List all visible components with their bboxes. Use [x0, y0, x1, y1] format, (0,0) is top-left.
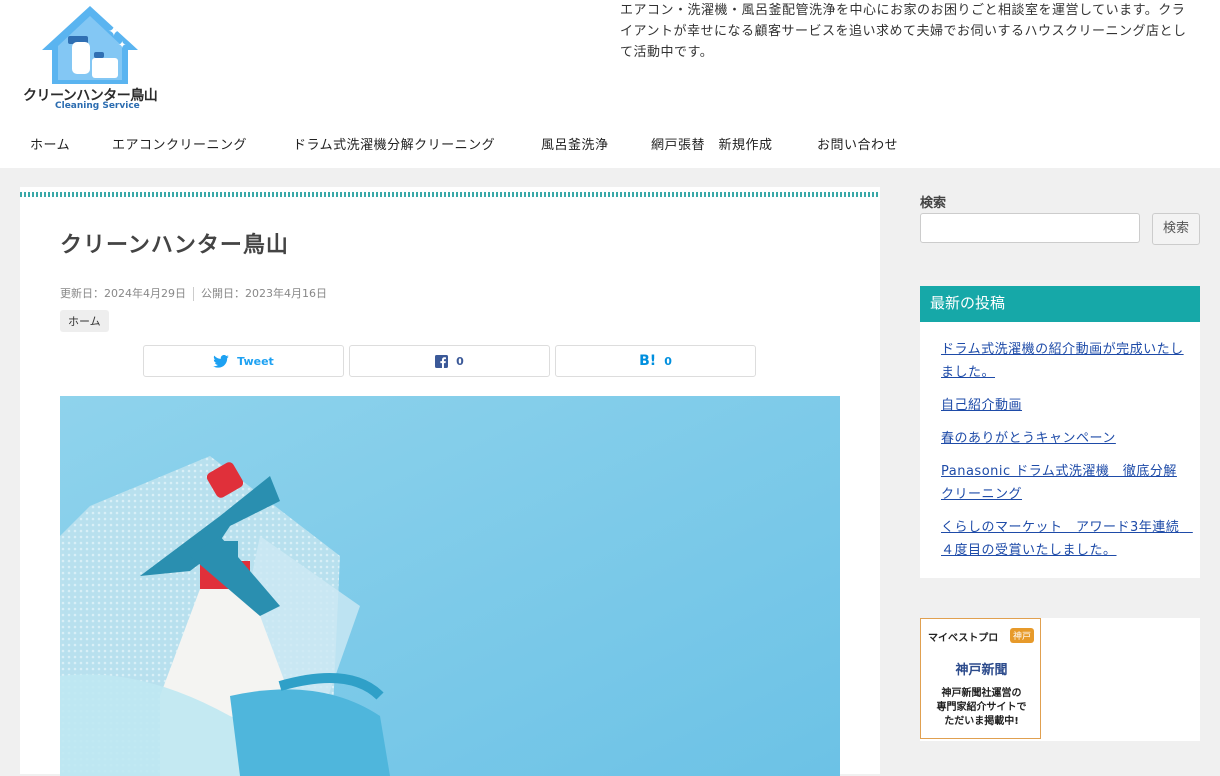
nav-item-drum-washer[interactable]: ドラム式洗濯機分解クリーニング	[293, 134, 495, 153]
banner-description: 神戸新聞社運営の 専門家紹介サイトで ただいま掲載中!	[921, 687, 1042, 729]
banner-line: 専門家紹介サイトで	[936, 702, 1027, 713]
published-date: 公開日：2023年4月16日	[201, 287, 327, 300]
nav-item-contact[interactable]: お問い合わせ	[817, 134, 898, 153]
facebook-count: 0	[456, 354, 464, 368]
recent-posts-widget: 最新の投稿 ドラム式洗濯機の紹介動画が完成いたしました。 自己紹介動画 春のあり…	[920, 286, 1200, 578]
list-item: Panasonic ドラム式洗濯機 徹底分解クリーニング	[941, 460, 1186, 506]
facebook-share-button[interactable]: 0	[349, 345, 550, 377]
hatena-icon: B!	[639, 353, 657, 369]
banner-area-badge: 神戸	[1010, 628, 1035, 643]
tweet-label: Tweet	[237, 354, 274, 368]
post-dates: 更新日：2024年4月29日 公開日：2023年4月16日	[60, 285, 327, 301]
hatena-count: 0	[664, 354, 672, 368]
recent-post-link[interactable]: くらしのマーケット アワード3年連続 ４度目の受賞いたしました。	[941, 520, 1193, 558]
logo-subtitle: Cleaning Service	[55, 101, 140, 111]
updated-date: 更新日：2024年4月29日	[60, 287, 186, 300]
facebook-icon	[435, 354, 449, 368]
twitter-icon	[213, 354, 229, 368]
main-article: クリーンハンター鳥山 更新日：2024年4月29日 公開日：2023年4月16日 …	[20, 187, 880, 776]
list-item: ドラム式洗濯機の紹介動画が完成いたしました。	[941, 338, 1186, 384]
recent-post-link[interactable]: 自己紹介動画	[941, 398, 1022, 413]
recent-post-link[interactable]: Panasonic ドラム式洗濯機 徹底分解クリーニング	[941, 464, 1177, 502]
breadcrumb-home[interactable]: ホーム	[60, 310, 109, 332]
page-title: クリーンハンター鳥山	[60, 233, 289, 258]
mybestpro-banner[interactable]: マイベストプロ 神戸 神戸新聞 神戸新聞社運営の 専門家紹介サイトで ただいま掲…	[920, 618, 1041, 739]
list-item: くらしのマーケット アワード3年連続 ４度目の受賞いたしました。	[941, 516, 1192, 562]
hatena-bookmark-button[interactable]: B! 0	[555, 345, 756, 377]
nav-item-home[interactable]: ホーム	[30, 134, 70, 153]
recent-posts-title: 最新の投稿	[920, 286, 1200, 322]
search-label: 検索	[920, 196, 947, 211]
svg-text:✦: ✦	[108, 24, 120, 40]
recent-posts-list: ドラム式洗濯機の紹介動画が完成いたしました。 自己紹介動画 春のありがとうキャン…	[941, 338, 1192, 572]
nav-item-screen-door[interactable]: 網戸張替 新規作成	[651, 134, 773, 153]
recent-post-link[interactable]: ドラム式洗濯機の紹介動画が完成いたしました。	[941, 342, 1184, 380]
search-button[interactable]: 検索	[1152, 213, 1200, 245]
svg-text:✦: ✦	[118, 40, 126, 51]
banner-line: 神戸新聞社運営の	[941, 688, 1022, 699]
site-tagline: エアコン・洗濯機・風呂釜配管洗浄を中心にお家のお困りごと相談室を運営しています。…	[620, 3, 1187, 60]
tweet-button[interactable]: Tweet	[143, 345, 344, 377]
hero-image	[60, 396, 840, 776]
banner-paper: 神戸新聞	[955, 663, 1008, 678]
banner-line: ただいま掲載中!	[944, 716, 1019, 727]
banner-brand: マイベストプロ	[928, 633, 999, 644]
list-item: 自己紹介動画	[941, 394, 1186, 417]
search-input[interactable]	[920, 213, 1140, 243]
banner-widget: マイベストプロ 神戸 神戸新聞 神戸新聞社運営の 専門家紹介サイトで ただいま掲…	[920, 618, 1200, 741]
recent-post-link[interactable]: 春のありがとうキャンペーン	[941, 431, 1116, 446]
list-item: 春のありがとうキャンペーン	[941, 427, 1186, 450]
site-header: ✦ ✦ クリーンハンター鳥山 Cleaning Service エアコン・洗濯機…	[0, 0, 1220, 168]
nav-item-bath[interactable]: 風呂釜洗浄	[541, 134, 609, 153]
nav-item-aircon[interactable]: エアコンクリーニング	[112, 134, 247, 153]
